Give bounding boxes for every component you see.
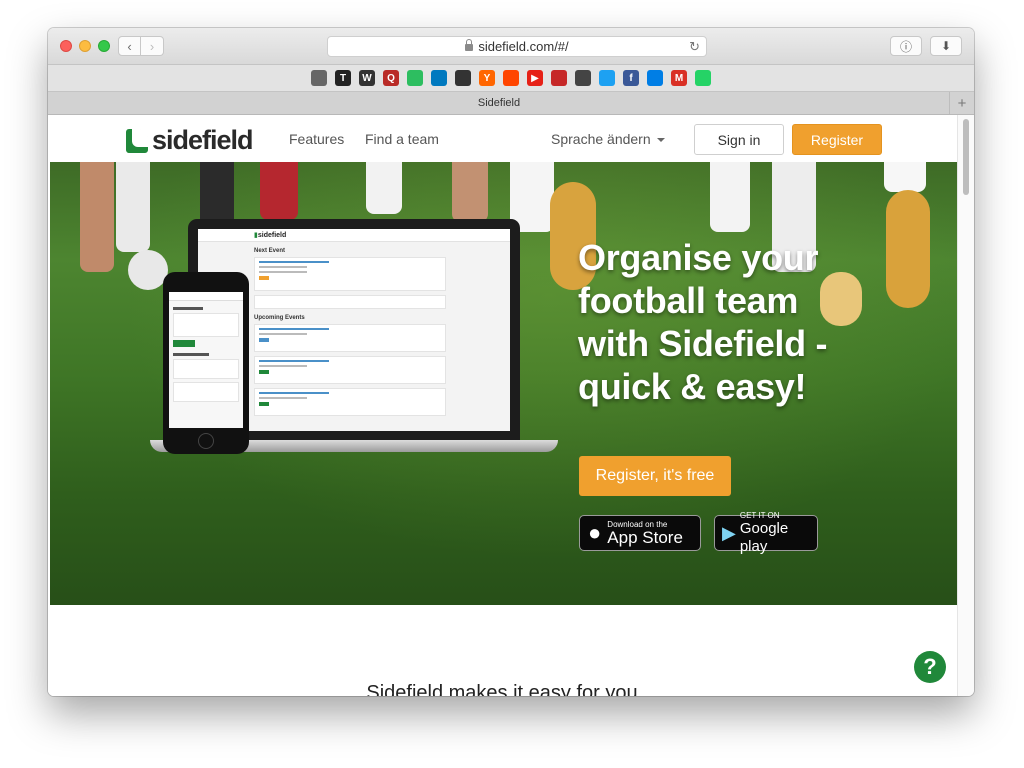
new-tab-button[interactable]: + (949, 92, 974, 114)
mockup-attendance-card (254, 295, 446, 309)
question-icon: ? (923, 654, 937, 679)
browser-toolbar: ‹ › sidefield.com/#/ ↻ ⓘ ⬇ (48, 28, 974, 65)
register-free-button[interactable]: Register, it's free (579, 456, 731, 496)
google-play-big-text: Google play (739, 519, 789, 555)
gmail-icon[interactable]: M (671, 70, 687, 86)
register-label: Register (810, 131, 864, 148)
features-tagline: Sidefield makes it easy for you (366, 682, 638, 696)
bookmark-red-icon[interactable] (551, 70, 567, 86)
wikipedia-icon[interactable]: W (359, 70, 375, 86)
plus-icon: + (957, 94, 967, 112)
youtube-icon[interactable]: ▶ (527, 70, 543, 86)
mockup-upcoming-card (254, 388, 446, 416)
trello-icon[interactable] (431, 70, 447, 86)
reload-icon[interactable]: ↻ (689, 39, 700, 55)
quora-icon[interactable]: Q (383, 70, 399, 86)
url-text: sidefield.com/#/ (478, 39, 569, 54)
site-header: sidefield Features Find a team Sprache ä… (48, 115, 958, 162)
whatsapp-icon[interactable] (695, 70, 711, 86)
scrollbar-thumb[interactable] (963, 119, 969, 195)
logo-mark-icon (126, 128, 148, 153)
minimize-window-button[interactable] (79, 40, 91, 52)
page-scrollbar[interactable] (957, 115, 974, 696)
facebook-icon[interactable]: f (623, 70, 639, 86)
app-store-badge[interactable]: ● Download on the App Store (579, 515, 701, 551)
qrcode-icon[interactable] (575, 70, 591, 86)
register-button[interactable]: Register (792, 124, 882, 155)
mockup-logo: ▮sidefield (254, 232, 287, 239)
address-bar[interactable]: sidefield.com/#/ ↻ (327, 36, 707, 57)
lock-icon (465, 39, 474, 51)
apple-logo-icon: ● (588, 520, 602, 545)
chevron-right-icon: › (149, 38, 155, 54)
nav-features-link[interactable]: Features (289, 131, 344, 147)
mockup-upcoming-card (254, 356, 446, 384)
mockup-nav: ▮sidefield (198, 229, 510, 242)
google-play-badge[interactable]: ▶ GET IT ON Google play (714, 511, 818, 555)
apple-icon[interactable] (311, 70, 327, 86)
help-chat-button[interactable]: ? (914, 651, 946, 683)
bookmarks-bar: T W Q Y ▶ f M (48, 65, 974, 92)
sign-in-label: Sign in (717, 131, 761, 148)
features-intro: Sidefield makes it easy for you (48, 605, 958, 696)
caret-down-icon (656, 138, 665, 142)
mockup-event-card (254, 257, 446, 291)
hackernews-icon[interactable]: Y (479, 70, 495, 86)
phone-mockup (163, 272, 249, 454)
chevron-left-icon: ‹ (127, 38, 132, 54)
sign-in-button[interactable]: Sign in (694, 124, 784, 155)
forward-button[interactable]: › (141, 36, 164, 56)
browser-window: ‹ › sidefield.com/#/ ↻ ⓘ ⬇ T W Q Y ▶ f M Sidef… (48, 28, 974, 696)
dropbox-icon[interactable] (647, 70, 663, 86)
download-icon: ⬇ (940, 39, 952, 53)
reddit-icon[interactable] (503, 70, 519, 86)
mockup-upcoming-heading: Upcoming Events (254, 315, 305, 321)
phone-screen (169, 292, 243, 428)
mockup-next-event-heading: Next Event (254, 248, 286, 254)
app-store-big-text: App Store (607, 527, 683, 547)
reader-button[interactable]: ⓘ (890, 36, 922, 56)
google-play-small-text: GET IT ON (739, 510, 780, 520)
history-nav: ‹ › (118, 36, 166, 56)
register-free-label: Register, it's free (595, 467, 715, 484)
tab-title: Sidefield (477, 97, 521, 109)
hero-title: Organise your football team with Sidefie… (578, 237, 828, 407)
hero-section: ▮sidefield Next Event Upcoming Events Or… (50, 162, 958, 605)
nav-find-team-link[interactable]: Find a team (365, 131, 439, 147)
tab-bar: Sidefield + (48, 92, 974, 115)
logo-text: sidefield (152, 125, 254, 155)
language-label: Sprache ändern (551, 131, 651, 147)
tab-sidefield[interactable]: Sidefield (48, 92, 950, 114)
mockup-upcoming-card (254, 324, 446, 352)
phone-home-button (198, 433, 214, 449)
twitter-icon[interactable] (599, 70, 615, 86)
close-window-button[interactable] (60, 40, 72, 52)
nytimes-icon[interactable]: T (335, 70, 351, 86)
back-button[interactable]: ‹ (118, 36, 141, 56)
sidefield-logo[interactable]: sidefield (126, 125, 254, 156)
language-dropdown[interactable]: Sprache ändern (551, 131, 665, 147)
downloads-button[interactable]: ⬇ (930, 36, 962, 56)
info-circle-icon: ⓘ (899, 39, 912, 54)
zoom-window-button[interactable] (98, 40, 110, 52)
github-icon[interactable] (455, 70, 471, 86)
evernote-icon[interactable] (407, 70, 423, 86)
web-page: sidefield Features Find a team Sprache ä… (48, 115, 958, 696)
google-play-icon: ▶ (722, 522, 736, 543)
